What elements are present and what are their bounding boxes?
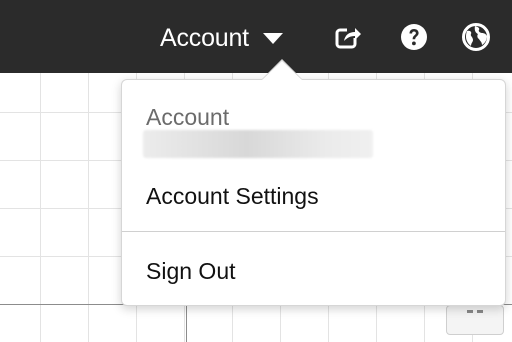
account-dropdown: Account Account Settings Sign Out — [121, 79, 506, 306]
sign-out-menu-item[interactable]: Sign Out — [146, 258, 236, 285]
account-menu-label: Account — [160, 23, 249, 52]
help-icon[interactable] — [399, 22, 429, 52]
dropdown-pointer-fill — [262, 61, 302, 80]
globe-icon[interactable] — [461, 22, 491, 52]
top-bar: Account — [0, 0, 512, 73]
account-email-redacted — [143, 130, 373, 158]
account-settings-menu-item[interactable]: Account Settings — [146, 183, 319, 210]
share-icon[interactable] — [333, 22, 363, 52]
canvas-guide-line-vertical — [186, 304, 187, 342]
account-menu-button[interactable]: Account — [160, 20, 283, 56]
caret-down-icon — [262, 32, 283, 44]
dropdown-header: Account — [146, 104, 230, 130]
canvas-corner-button[interactable] — [446, 305, 504, 335]
menu-divider — [122, 231, 505, 232]
